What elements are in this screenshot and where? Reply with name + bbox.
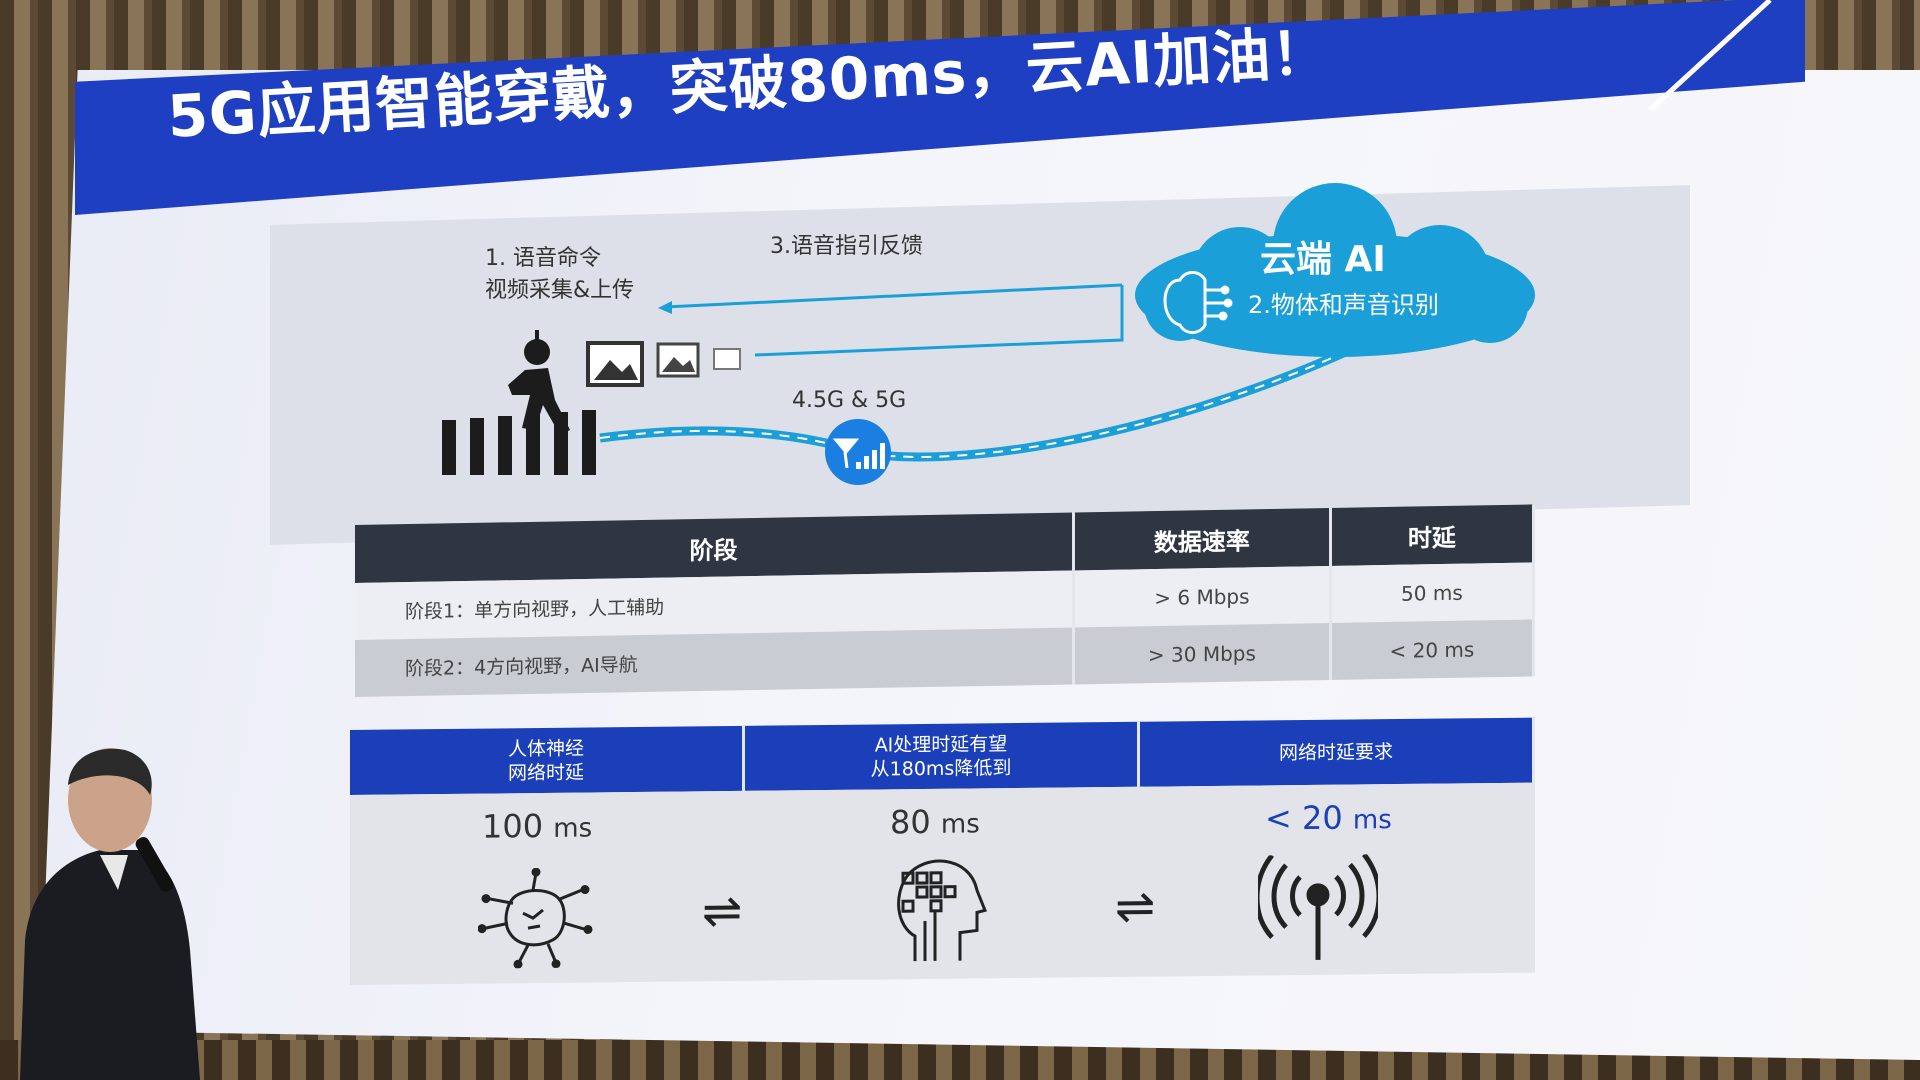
cloud-ai-title: 云端 AI <box>1260 239 1386 280</box>
latency-header-line: 从180ms降低到 <box>870 756 1012 781</box>
presenter-figure <box>20 748 200 1080</box>
feedback-line <box>664 283 1123 309</box>
upload-line <box>754 285 1124 357</box>
antenna-icon <box>1258 854 1378 960</box>
latency-number: < 20 <box>1265 798 1343 838</box>
road-path <box>599 345 1352 462</box>
latency-unit: ms <box>553 813 593 844</box>
latency-header-cell: AI处理时延有望 从180ms降低到 <box>745 721 1140 791</box>
latency-value-network: < 20 ms <box>1265 798 1392 838</box>
latency-unit: ms <box>1352 805 1392 836</box>
image-frame-icon <box>586 341 741 387</box>
exchange-arrow-icon: ⇌ <box>702 882 743 940</box>
latency-value-neural: 100 ms <box>482 806 593 846</box>
latency-header-line: 网络时延 <box>507 761 584 784</box>
latency-number: 80 <box>890 802 931 842</box>
latency-unit: ms <box>940 809 980 840</box>
latency-header-line: 人体神经 <box>507 737 584 760</box>
table-cell: < 20 ms <box>1330 619 1534 680</box>
latency-header-row: 人体神经 网络时延 AI处理时延有望 从180ms降低到 网络时延要求 <box>350 717 1535 795</box>
feedback-arrow-icon <box>658 301 672 314</box>
table-header-cell: 数据速率 <box>1073 507 1331 571</box>
latency-body: 100 ms 80 ms < 20 ms ⇌ ⇌ <box>350 782 1535 985</box>
latency-header-cell: 网络时延要求 <box>1140 717 1535 787</box>
neuron-icon <box>478 867 593 969</box>
latency-section: 人体神经 网络时延 AI处理时延有望 从180ms降低到 网络时延要求 100 … <box>350 717 1535 990</box>
latency-value-ai: 80 ms <box>890 802 980 841</box>
ai-head-icon <box>897 859 988 962</box>
signal-tower-icon <box>825 419 891 485</box>
table-header-cell: 时延 <box>1330 504 1534 566</box>
table-cell: 50 ms <box>1330 562 1534 623</box>
step2-label: 2.物体和声音识别 <box>1248 291 1439 319</box>
latency-number: 100 <box>482 806 544 846</box>
road-dashes <box>599 349 1351 458</box>
table-cell: > 30 Mbps <box>1073 622 1331 685</box>
zebra-crossing-icon <box>442 410 596 475</box>
latency-header-cell: 人体神经 网络时延 <box>350 725 745 795</box>
exchange-arrow-icon: ⇌ <box>1115 878 1156 935</box>
requirements-table: 阶段 数据速率 时延 阶段1：单方向视野，人工辅助 > 6 Mbps 50 ms… <box>355 504 1535 697</box>
table-cell: > 6 Mbps <box>1073 565 1331 628</box>
latency-header-line: 网络时延要求 <box>1278 740 1393 764</box>
latency-header-line: AI处理时延有望 <box>874 732 1008 757</box>
